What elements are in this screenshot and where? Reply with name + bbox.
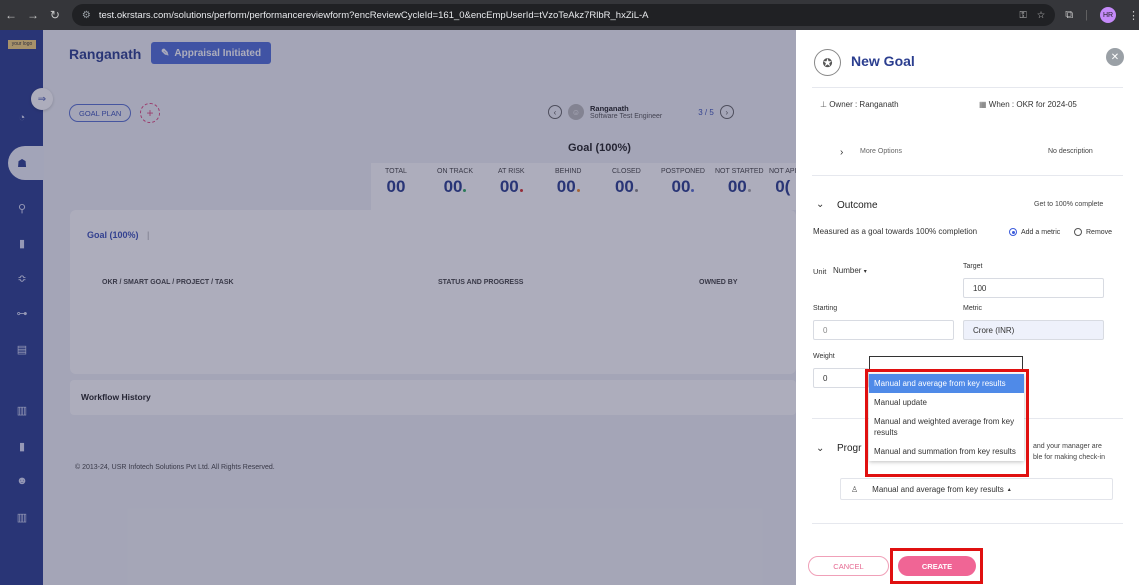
back-icon[interactable]: ←	[0, 8, 22, 22]
measured-text: Measured as a goal towards 100% completi…	[813, 227, 978, 236]
key-icon[interactable]: ⚿	[1020, 10, 1027, 21]
user-icon: ♙	[851, 484, 859, 494]
starting-input[interactable]: 0	[813, 320, 954, 340]
remove-radio[interactable]: Remove	[1074, 228, 1112, 236]
more-options-link[interactable]: More Options	[860, 148, 902, 155]
progress-select[interactable]: ♙ Manual and average from key results ▴	[840, 478, 1113, 500]
owner-field[interactable]: ⊥ Owner : Ranganath	[820, 100, 899, 109]
add-metric-radio[interactable]: Add a metric	[1009, 228, 1060, 236]
app-root: your logo ◔ ☗ ⚲ ▮ ≎ ⊶ ▤ ▥ ▮ ☻ ▥ ⇒ Rangan…	[0, 30, 1139, 585]
chevron-right-icon[interactable]: ›	[840, 147, 843, 158]
outcome-hint: Get to 100% complete	[1034, 201, 1104, 208]
profile-avatar[interactable]: HR	[1100, 7, 1117, 23]
metric-label: Metric	[963, 305, 983, 312]
unit-select[interactable]: Number ▾	[833, 266, 867, 275]
reload-icon[interactable]: ↻	[44, 8, 66, 22]
divider	[812, 523, 1123, 524]
progress-hint-1: and your manager are	[1033, 443, 1102, 450]
radio-on-icon	[1009, 228, 1017, 236]
radio-off-icon	[1074, 228, 1082, 236]
outcome-title: Outcome	[837, 200, 878, 211]
divider	[812, 175, 1123, 176]
divider: |	[1085, 9, 1089, 21]
url-text: test.okrstars.com/solutions/perform/perf…	[98, 9, 649, 21]
divider	[812, 87, 1123, 88]
progress-title: Progr	[837, 443, 862, 454]
chevron-down-icon[interactable]: ⌄	[816, 443, 824, 454]
unit-value: Number	[833, 266, 862, 275]
modal-overlay[interactable]	[0, 30, 796, 585]
org-icon: ⊥	[820, 100, 827, 109]
weight-label: Weight	[813, 353, 835, 360]
when-field[interactable]: ▦ When : OKR for 2024-05	[979, 100, 1077, 109]
address-bar[interactable]: ⚙ test.okrstars.com/solutions/perform/pe…	[71, 4, 1056, 26]
unit-label: Unit	[813, 267, 827, 276]
owner-label: Owner : Ranganath	[829, 100, 899, 109]
cancel-button[interactable]: CANCEL	[808, 556, 889, 576]
progress-select-value: Manual and average from key results	[872, 484, 1004, 494]
browser-toolbar: ← → ↻ ⚙ test.okrstars.com/solutions/perf…	[0, 0, 1139, 30]
close-icon[interactable]: ✕	[1106, 48, 1124, 66]
chevron-down-icon[interactable]: ⌄	[816, 199, 824, 210]
star-icon[interactable]: ☆	[1037, 10, 1046, 21]
new-goal-panel: ✪ New Goal ✕ ⊥ Owner : Ranganath ▦ When …	[796, 30, 1139, 585]
highlight-box	[890, 548, 983, 584]
star-badge-icon: ✪	[814, 49, 841, 76]
metric-input[interactable]: Crore (INR)	[963, 320, 1104, 340]
description-link[interactable]: No description	[1048, 148, 1093, 155]
remove-label: Remove	[1086, 228, 1113, 236]
calendar-icon: ▦	[979, 100, 987, 109]
progress-hint-2: ble for making check-in	[1033, 454, 1105, 461]
add-metric-label: Add a metric	[1021, 228, 1061, 236]
target-label: Target	[963, 263, 983, 270]
forward-icon[interactable]: →	[22, 8, 44, 22]
extensions-icon[interactable]: ⧉	[1065, 9, 1073, 22]
panel-title: New Goal	[851, 53, 915, 69]
weight-input[interactable]: 0	[813, 368, 869, 388]
menu-icon[interactable]: ⋮	[1128, 9, 1139, 22]
starting-label: Starting	[813, 305, 838, 312]
caret-up-icon: ▴	[1007, 486, 1011, 493]
site-info-icon[interactable]: ⚙	[82, 10, 91, 21]
highlight-box	[865, 369, 1029, 477]
target-input[interactable]: 100	[963, 278, 1104, 298]
when-label: When : OKR for 2024-05	[988, 100, 1077, 109]
caret-down-icon: ▾	[863, 269, 867, 275]
